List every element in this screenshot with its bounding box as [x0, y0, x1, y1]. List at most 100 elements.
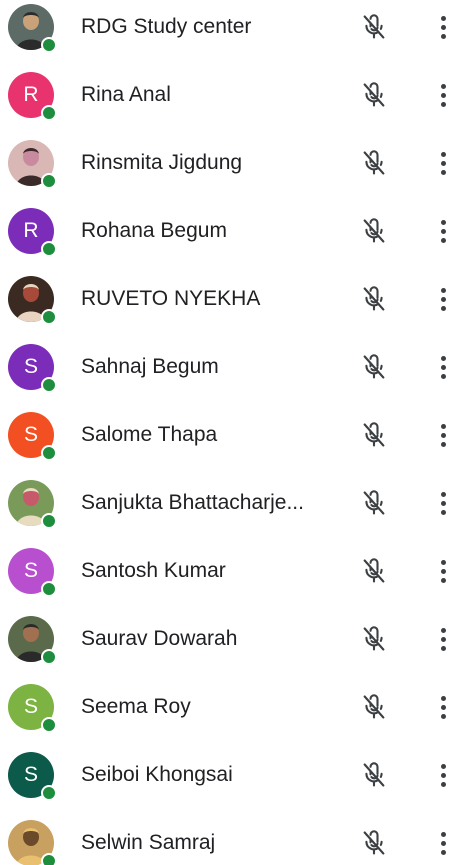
more-vert-dot-icon — [440, 763, 446, 769]
participant-row[interactable]: R Rina Anal — [0, 61, 453, 129]
participant-row[interactable]: S Salome Thapa — [0, 401, 453, 469]
mic-off-icon — [360, 81, 388, 109]
more-vert-dot-icon — [440, 441, 446, 447]
more-vert-dot-icon — [440, 500, 446, 506]
avatar: S — [8, 412, 57, 461]
mic-off-icon — [360, 13, 388, 41]
mic-off-icon — [360, 557, 388, 585]
more-options-button[interactable] — [430, 352, 453, 382]
more-vert-dot-icon — [440, 568, 446, 574]
mic-off-icon — [360, 693, 388, 721]
more-vert-dot-icon — [440, 169, 446, 175]
more-vert-dot-icon — [440, 695, 446, 701]
participant-row[interactable]: RUVETO NYEKHA — [0, 265, 453, 333]
more-vert-dot-icon — [440, 33, 446, 39]
participant-row[interactable]: Sanjukta Bhattacharje... — [0, 469, 453, 537]
more-options-button[interactable] — [430, 80, 453, 110]
mic-off-icon — [360, 829, 388, 857]
participant-name: Saurav Dowarah — [81, 627, 238, 650]
more-options-button[interactable] — [430, 488, 453, 518]
more-vert-dot-icon — [440, 24, 446, 30]
participant-name: Selwin Samraj — [81, 831, 216, 854]
more-vert-dot-icon — [440, 772, 446, 778]
participant-name: Santosh Kumar — [81, 559, 226, 582]
participant-row[interactable]: R Rohana Begum — [0, 197, 453, 265]
more-vert-dot-icon — [440, 373, 446, 379]
avatar — [8, 616, 57, 665]
avatar: S — [8, 752, 57, 801]
more-vert-dot-icon — [440, 627, 446, 633]
online-status-dot — [41, 309, 57, 325]
more-vert-dot-icon — [440, 219, 446, 225]
mic-off-icon — [360, 761, 388, 789]
more-vert-dot-icon — [440, 849, 446, 855]
participant-row[interactable]: RDG Study center — [0, 0, 453, 61]
online-status-dot — [41, 581, 57, 597]
more-vert-dot-icon — [440, 355, 446, 361]
participant-row[interactable]: S Sahnaj Begum — [0, 333, 453, 401]
more-options-button[interactable] — [430, 284, 453, 314]
participant-row[interactable]: S Seema Roy — [0, 673, 453, 741]
participant-list: RDG Study center R Rina Anal Rinsmita Jigdu… — [0, 0, 453, 865]
online-status-dot — [41, 853, 57, 865]
avatar: R — [8, 208, 57, 257]
participant-row[interactable]: Saurav Dowarah — [0, 605, 453, 673]
online-status-dot — [41, 37, 57, 53]
participant-name: Seiboi Khongsai — [81, 763, 233, 786]
more-vert-dot-icon — [440, 432, 446, 438]
more-vert-dot-icon — [440, 781, 446, 787]
more-options-button[interactable] — [430, 216, 453, 246]
participant-name: RDG Study center — [81, 15, 252, 38]
participant-name: Rinsmita Jigdung — [81, 151, 243, 174]
mic-off-icon — [360, 353, 388, 381]
more-options-button[interactable] — [430, 828, 453, 858]
mic-off-icon — [360, 149, 388, 177]
online-status-dot — [41, 241, 57, 257]
participant-name: Seema Roy — [81, 695, 191, 718]
more-vert-dot-icon — [440, 840, 446, 846]
participant-name: Rohana Begum — [81, 219, 227, 242]
more-vert-dot-icon — [440, 704, 446, 710]
more-vert-dot-icon — [440, 296, 446, 302]
participant-row[interactable]: Selwin Samraj — [0, 809, 453, 865]
more-options-button[interactable] — [430, 624, 453, 654]
more-vert-dot-icon — [440, 92, 446, 98]
mic-off-icon — [360, 625, 388, 653]
online-status-dot — [41, 717, 57, 733]
participant-row[interactable]: Rinsmita Jigdung — [0, 129, 453, 197]
more-vert-dot-icon — [440, 559, 446, 565]
more-vert-dot-icon — [440, 645, 446, 651]
more-vert-dot-icon — [440, 831, 446, 837]
more-vert-dot-icon — [440, 228, 446, 234]
participant-name: RUVETO NYEKHA — [81, 287, 261, 310]
online-status-dot — [41, 173, 57, 189]
participant-name: Salome Thapa — [81, 423, 218, 446]
more-vert-dot-icon — [440, 237, 446, 243]
avatar — [8, 480, 57, 529]
more-vert-dot-icon — [440, 83, 446, 89]
participant-row[interactable]: S Santosh Kumar — [0, 537, 453, 605]
more-options-button[interactable] — [430, 692, 453, 722]
more-vert-dot-icon — [440, 636, 446, 642]
more-options-button[interactable] — [430, 148, 453, 178]
more-vert-dot-icon — [440, 577, 446, 583]
more-vert-dot-icon — [440, 160, 446, 166]
more-vert-dot-icon — [440, 423, 446, 429]
more-vert-dot-icon — [440, 491, 446, 497]
more-options-button[interactable] — [430, 420, 453, 450]
more-options-button[interactable] — [430, 12, 453, 42]
mic-off-icon — [360, 421, 388, 449]
participant-row[interactable]: S Seiboi Khongsai — [0, 741, 453, 809]
avatar — [8, 276, 57, 325]
mic-off-icon — [360, 285, 388, 313]
more-vert-dot-icon — [440, 509, 446, 515]
avatar — [8, 4, 57, 53]
avatar: S — [8, 344, 57, 393]
more-vert-dot-icon — [440, 305, 446, 311]
avatar — [8, 820, 57, 865]
avatar — [8, 140, 57, 189]
more-options-button[interactable] — [430, 760, 453, 790]
online-status-dot — [41, 105, 57, 121]
avatar: R — [8, 72, 57, 121]
more-options-button[interactable] — [430, 556, 453, 586]
